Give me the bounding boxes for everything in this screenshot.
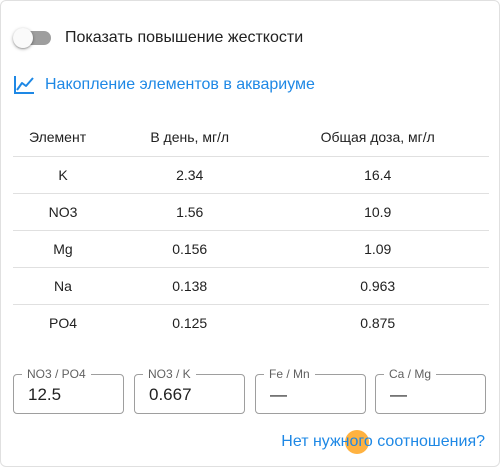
cell-total-dose: 16.4 — [266, 156, 489, 194]
ratio-field-label: Ca / Mg — [384, 367, 437, 381]
missing-ratio-link[interactable]: Нет нужного соотношения? — [281, 433, 485, 451]
cell-per-day: 0.138 — [113, 267, 267, 305]
ratio-field-label: NO3 / PO4 — [22, 367, 91, 381]
cell-element: Na — [13, 267, 113, 305]
cell-total-dose: 0.963 — [266, 267, 489, 305]
hardness-toggle-switch[interactable] — [13, 25, 53, 51]
cell-total-dose: 0.875 — [360, 314, 396, 331]
cell-element: NO3 — [13, 193, 113, 231]
ratio-field-value[interactable]: 0.667 — [149, 385, 192, 405]
ratio-field-no3-k[interactable]: NO3 / K 0.667 — [134, 367, 245, 414]
accumulation-chart-link-label[interactable]: Накопление элементов в аквариуме — [45, 76, 315, 94]
elements-table: Элемент В день, мг/л Общая доза, мг/л K … — [13, 119, 489, 341]
ratio-fields: NO3 / PO4 12.5 NO3 / K 0.667 Fe / Mn — C… — [13, 367, 489, 414]
cell-element: K — [13, 156, 113, 194]
hardness-toggle-label[interactable]: Показать повышение жесткости — [65, 29, 303, 47]
ratio-field-ca-mg[interactable]: Ca / Mg — — [375, 367, 486, 414]
ratio-field-value[interactable]: 12.5 — [28, 385, 61, 405]
ratio-field-no3-po4[interactable]: NO3 / PO4 12.5 — [13, 367, 124, 414]
table-row: Na 0.138 0.963 — [13, 267, 489, 305]
cell-element: Mg — [13, 230, 113, 268]
column-header-element: Элемент — [13, 119, 113, 157]
accumulation-chart-link[interactable]: Накопление элементов в аквариуме — [13, 75, 315, 95]
ratio-field-label: NO3 / K — [143, 367, 196, 381]
cell-total-dose: 10.9 — [266, 193, 489, 231]
table-row: Mg 0.156 1.09 — [13, 230, 489, 268]
ratio-field-fe-mn[interactable]: Fe / Mn — — [255, 367, 366, 414]
line-chart-icon — [14, 76, 34, 94]
hardness-toggle-row[interactable]: Показать повышение жесткости — [13, 25, 303, 51]
column-header-per-day: В день, мг/л — [113, 119, 267, 157]
ratio-field-label: Fe / Mn — [264, 367, 315, 381]
cell-per-day: 1.56 — [113, 193, 267, 231]
cell-total-dose: 1.09 — [266, 230, 489, 268]
toggle-thumb[interactable] — [13, 28, 33, 48]
cell-element: PO4 — [48, 314, 77, 331]
cell-per-day: 0.156 — [113, 230, 267, 268]
ratio-field-value[interactable]: — — [390, 385, 407, 405]
ratio-field-value[interactable]: — — [270, 385, 287, 405]
cell-per-day: 2.34 — [113, 156, 267, 194]
cell-per-day: 0.125 — [172, 314, 208, 331]
table-header-row: Элемент В день, мг/л Общая доза, мг/л — [13, 119, 489, 157]
accumulation-card: Показать повышение жесткости Накопление … — [0, 0, 500, 467]
column-header-total-dose: Общая доза, мг/л — [266, 119, 489, 157]
table-row: K 2.34 16.4 — [13, 156, 489, 194]
table-row: NO3 1.56 10.9 — [13, 193, 489, 231]
table-row: PO4 0.125 0.875 — [13, 304, 489, 341]
